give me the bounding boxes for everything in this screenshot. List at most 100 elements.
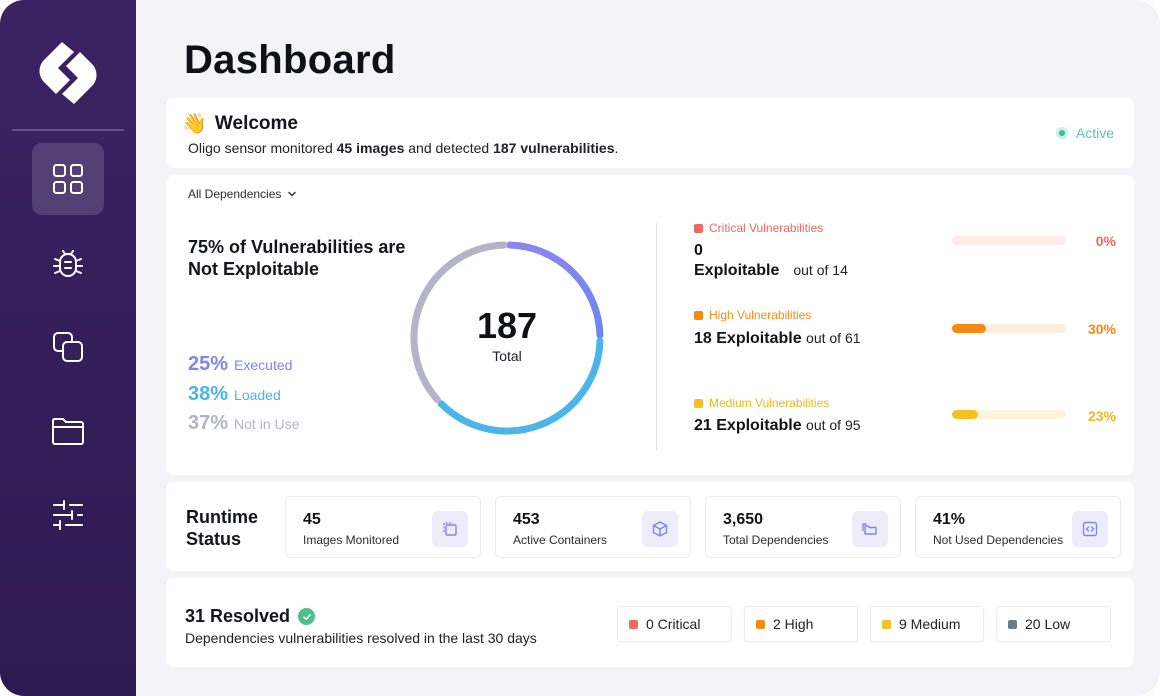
- high-square-icon: [756, 619, 765, 629]
- stat-label: Not Used Dependencies: [933, 533, 1064, 547]
- critical-pct: 0%: [1095, 233, 1116, 249]
- low-square-icon: [1008, 619, 1017, 629]
- medium-label-text: Medium Vulnerabilities: [709, 396, 830, 410]
- runtime-title-line2: Status: [186, 529, 242, 549]
- resolved-chip-low[interactable]: 20 Low: [996, 606, 1111, 642]
- grid-icon: [53, 164, 83, 194]
- donut-total-value: 187: [476, 305, 538, 346]
- chip-label: 2 High: [773, 616, 814, 632]
- stat-label: Images Monitored: [303, 533, 400, 547]
- stat-not-used-dependencies[interactable]: 41% Not Used Dependencies: [915, 496, 1121, 558]
- medium-exploitable-text: 21 Exploitable: [694, 417, 802, 434]
- oligo-logo[interactable]: [36, 38, 100, 108]
- runtime-status-title: Runtime Status: [186, 506, 258, 550]
- bug-icon: [53, 250, 83, 277]
- critical-square-icon: [629, 619, 638, 629]
- welcome-desc-prefix: Oligo sensor monitored: [188, 140, 337, 156]
- medium-label: Medium Vulnerabilities: [694, 396, 829, 410]
- legend-loaded-pct: 38%: [188, 383, 229, 405]
- vulnerabilities-card: All Dependencies 75% of Vulnerabilities …: [166, 175, 1134, 475]
- resolved-description: Dependencies vulnerabilities resolved in…: [185, 630, 537, 646]
- legend-not-in-use-label: Not in Use: [234, 416, 300, 432]
- medium-out-of: out of 95: [806, 417, 861, 433]
- medium-square-icon: [882, 619, 891, 629]
- resolved-title: 31 Resolved: [185, 606, 291, 626]
- high-label: High Vulnerabilities: [694, 308, 811, 322]
- welcome-card: 👋 Welcome Oligo sensor monitored 45 imag…: [166, 98, 1134, 168]
- chip-label: 20 Low: [1025, 616, 1071, 632]
- status-dot-icon: [1055, 127, 1068, 139]
- stat-images-monitored[interactable]: 45 Images Monitored: [285, 496, 481, 558]
- layers-icon: [432, 511, 468, 547]
- welcome-desc-suffix: .: [614, 140, 619, 156]
- high-square-icon: [694, 310, 703, 320]
- sidebar-item-images[interactable]: [32, 311, 104, 383]
- legend-not-in-use-pct: 37%: [188, 412, 229, 434]
- stat-value: 45: [303, 511, 321, 528]
- legend-executed-label: Executed: [234, 357, 293, 373]
- chip-label: 9 Medium: [899, 616, 961, 632]
- page-title: Dashboard: [184, 38, 396, 82]
- medium-exploitable: 21 Exploitable out of 95: [694, 417, 861, 435]
- stat-value: 453: [513, 511, 540, 528]
- resolved-card: 31 Resolved Dependencies vulnerabilities…: [166, 578, 1134, 667]
- sliders-icon: [53, 500, 83, 530]
- sidebar-item-dashboard[interactable]: [32, 143, 104, 215]
- stat-label: Active Containers: [513, 533, 608, 547]
- welcome-vuln-count: 187 vulnerabilities: [493, 140, 615, 156]
- stat-value: 3,650: [723, 511, 764, 528]
- legend-loaded-label: Loaded: [234, 387, 281, 403]
- welcome-desc-middle: and detected: [404, 140, 494, 156]
- stat-value: 41%: [933, 511, 966, 528]
- sensor-status: Active: [1055, 125, 1114, 141]
- critical-square-icon: [694, 223, 703, 233]
- legend-executed: 25% Executed: [188, 353, 292, 376]
- resolved-heading: 31 Resolved: [185, 606, 316, 627]
- app-frame: Dashboard 👋 Welcome Oligo sensor monitor…: [0, 0, 1160, 696]
- stat-total-dependencies[interactable]: 3,650 Total Dependencies: [705, 496, 901, 558]
- folder-icon: [52, 418, 84, 445]
- resolved-chip-critical[interactable]: 0 Critical: [617, 606, 732, 642]
- welcome-heading: 👋 Welcome: [182, 111, 298, 136]
- sidebar-item-settings[interactable]: [32, 479, 104, 551]
- stat-active-containers[interactable]: 453 Active Containers: [495, 496, 691, 558]
- welcome-title: Welcome: [214, 112, 298, 134]
- welcome-images-count: 45 images: [336, 140, 405, 156]
- runtime-status-card: Runtime Status 45 Images Monitored 453 A…: [166, 482, 1134, 571]
- critical-exploitable-text: Exploitable: [694, 262, 780, 279]
- chevron-down-icon: [288, 191, 297, 197]
- donut-total-label: Total: [492, 348, 522, 364]
- critical-label: Critical Vulnerabilities: [694, 221, 823, 235]
- high-progress-fill: [952, 324, 987, 333]
- runtime-title-line1: Runtime: [186, 507, 258, 527]
- medium-square-icon: [694, 398, 703, 408]
- medium-pct: 23%: [1087, 408, 1116, 424]
- code-icon: [1072, 511, 1108, 547]
- critical-out-of: out of 14: [793, 262, 848, 278]
- high-progress-bar: [952, 324, 1066, 333]
- resolved-chip-high[interactable]: 2 High: [744, 606, 858, 642]
- folders-icon: [852, 511, 888, 547]
- wave-icon: 👋: [182, 113, 207, 135]
- medium-progress-fill: [952, 410, 979, 419]
- sidebar: [0, 0, 136, 696]
- section-divider: [656, 223, 657, 451]
- legend-executed-pct: 25%: [188, 353, 229, 375]
- critical-progress-bar: [952, 236, 1066, 245]
- check-circle-icon: [298, 608, 316, 625]
- exploitability-headline: 75% of Vulnerabilities are Not Exploitab…: [188, 237, 406, 279]
- sidebar-divider: [12, 129, 124, 131]
- legend-not-in-use: 37% Not in Use: [188, 412, 299, 435]
- sidebar-item-vulnerabilities[interactable]: [32, 227, 104, 299]
- high-exploitable: 18 Exploitable out of 61: [694, 330, 861, 348]
- high-out-of: out of 61: [806, 330, 861, 346]
- stat-label: Total Dependencies: [723, 533, 829, 547]
- cube-icon: [642, 511, 678, 547]
- medium-progress-bar: [952, 410, 1066, 419]
- dependencies-filter-dropdown[interactable]: All Dependencies: [188, 187, 297, 201]
- critical-label-text: Critical Vulnerabilities: [709, 221, 824, 235]
- copy-icon: [53, 332, 83, 362]
- filter-label: All Dependencies: [188, 187, 282, 201]
- sidebar-item-dependencies[interactable]: [32, 395, 104, 467]
- resolved-chip-medium[interactable]: 9 Medium: [870, 606, 984, 642]
